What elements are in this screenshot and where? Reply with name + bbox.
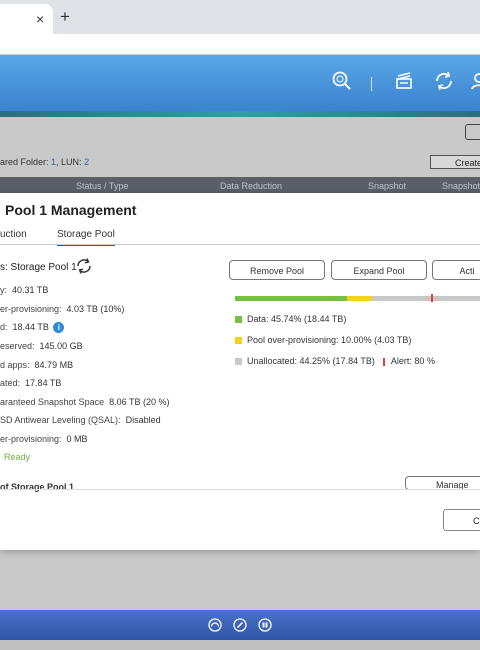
remove-pool-button[interactable]: Remove Pool [229, 260, 325, 280]
legend-unallocated: Unallocated: 44.25% (17.84 TB) Alert: 80 … [235, 356, 435, 366]
create-button[interactable]: Create [430, 155, 480, 169]
unallocated-swatch [235, 358, 242, 366]
browser-tab-strip: × + [0, 0, 480, 34]
address-bar[interactable] [0, 34, 480, 55]
legend-data: Data: 45.74% (18.44 TB) [235, 314, 346, 324]
header-separator [371, 77, 372, 91]
dialog-footer-divider [0, 489, 480, 490]
user-icon[interactable] [470, 70, 480, 92]
new-tab-button[interactable]: + [60, 7, 70, 27]
section-title-partial: of Storage Pool 1 [0, 482, 75, 492]
alert-threshold-marker [431, 294, 433, 302]
pool-status-title: s: Storage Pool 1 [0, 262, 77, 273]
refresh-icon[interactable] [75, 257, 93, 275]
overprovisioning-swatch [235, 337, 242, 345]
prop-qsal: SD Antiwear Leveling (QSAL): Disabled [0, 415, 161, 425]
info-icon[interactable]: i [53, 322, 65, 334]
taskbar [0, 610, 480, 640]
close-button[interactable]: C [443, 509, 480, 531]
prop-reserved: eserved: 145.00 GB [0, 341, 83, 351]
column-snapshot-2[interactable]: Snapshot [442, 181, 480, 191]
legend-overprovisioning: Pool over-provisioning: 10.00% (4.03 TB) [235, 335, 411, 345]
sync-icon[interactable] [433, 70, 455, 92]
status-ready: Ready [4, 452, 31, 462]
manage-button[interactable]: Manage [405, 476, 480, 490]
browser-tab[interactable]: × [0, 4, 53, 34]
usage-segment-overprovisioning [347, 296, 372, 301]
actions-button[interactable]: Acti [432, 260, 480, 280]
usage-segment-data [235, 296, 348, 301]
app-header [0, 55, 480, 111]
prop-overprovisioning-2: er-provisioning: 0 MB [0, 434, 88, 444]
prop-used-apps: d apps: 84.79 MB [0, 360, 74, 370]
prop-unallocated: ated: 17.84 TB [0, 378, 62, 388]
column-data-reduction[interactable]: Data Reduction [220, 181, 282, 191]
bottom-bar [0, 640, 480, 650]
alert-marker [382, 357, 385, 366]
folder-lun-summary: ared Folder: 1, LUN: 2 [0, 157, 90, 167]
column-snapshot[interactable]: Snapshot [368, 181, 406, 191]
dashboard-icon[interactable] [208, 618, 222, 632]
dialog-title: Pool 1 Management [5, 202, 137, 218]
toolbar-button[interactable] [465, 124, 480, 140]
prop-overprovisioning: er-provisioning: 4.03 TB (10%) [0, 304, 125, 314]
lun-count[interactable]: 2 [84, 157, 89, 167]
storage-pool-management-dialog: Pool 1 Management uction Storage Pool s:… [0, 193, 480, 550]
tabs-divider [0, 244, 480, 245]
prop-capacity: y: 40.31 TB [0, 285, 49, 295]
search-icon[interactable] [331, 70, 353, 92]
prop-used: d: 18.44 TB i [0, 322, 65, 334]
expand-pool-button[interactable]: Expand Pool [331, 260, 427, 280]
apps-icon[interactable] [258, 618, 272, 632]
close-tab-icon[interactable]: × [36, 11, 44, 27]
document-stack-icon[interactable] [393, 70, 415, 92]
tools-icon[interactable] [233, 618, 247, 632]
prop-guaranteed-snapshot: aranteed Snapshot Space 8.06 TB (20 %) [0, 397, 170, 407]
tab-data-reduction[interactable]: uction [0, 229, 27, 240]
pool-usage-bar [235, 294, 480, 302]
data-swatch [235, 316, 242, 324]
column-status-type[interactable]: Status / Type [76, 181, 128, 191]
